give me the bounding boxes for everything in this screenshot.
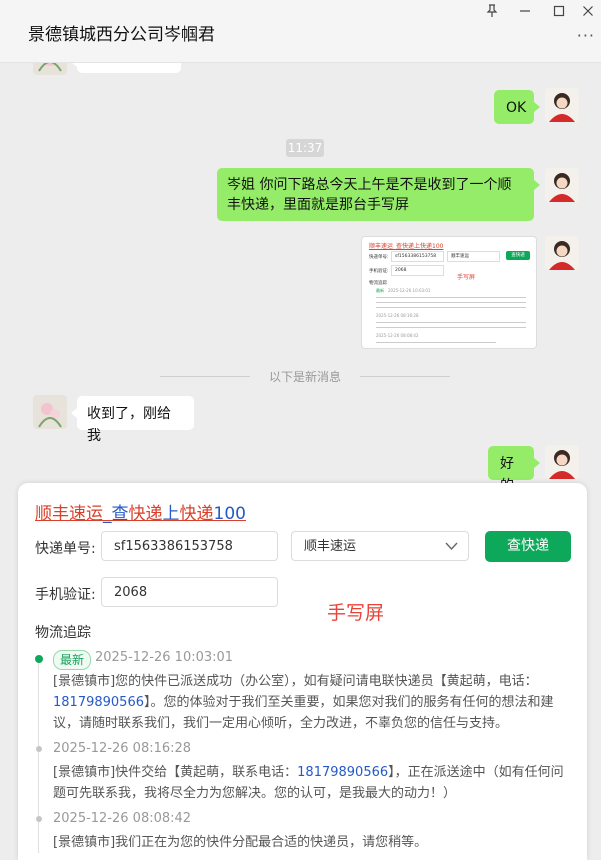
thumb-carrier: 顺丰速运 [447,251,500,262]
title-part: 快递 [179,504,214,524]
chat-area: OK 11:37 岑姐 你问下路总今天上午是不是收到了一个顺丰快递，里面就是那台… [0,63,601,483]
event-description: [景德镇市]您的快件已派送成功（办公室），如有疑问请电联快递员【黄起萌，电话： 1… [53,671,573,734]
message-text: OK [506,100,527,116]
thumb-time: 2025-12-26 08:08:42 [376,333,419,338]
thumb-title: 顺丰速运_查快递上快递100 [369,243,444,250]
message-bubble-me: OK [494,90,540,124]
timeline-dot-latest [35,655,43,663]
minimize-icon[interactable] [515,4,535,22]
thumb-button: 查快递 [506,251,530,260]
event-timestamp: 2025-12-26 10:03:01 [95,650,234,665]
pin-icon[interactable] [482,4,502,22]
timeline-dot [36,816,42,822]
phone-verify-input[interactable]: 2068 [101,577,278,607]
my-avatar[interactable] [545,88,579,122]
thumb-phone: 2068 [391,265,444,276]
message-bubble-partial [71,63,181,73]
maximize-icon[interactable] [549,4,569,22]
event-text: [景德镇市]我们正在为您的快件分配最合适的快递员，请您稍等。 [53,835,428,850]
new-messages-divider: 以下是新消息 [160,369,450,384]
tracking-number-label: 快递单号: [35,541,96,557]
message-bubble-me: 岑姐 你问下路总今天上午是不是收到了一个顺丰快递，里面就是那台手写屏 [217,168,540,221]
message-bubble-me: 好的 [488,446,540,483]
thumb-time: 2025-12-26 10:03:01 [388,288,431,293]
event-timestamp: 2025-12-26 08:08:42 [53,811,192,826]
my-avatar[interactable] [545,236,579,270]
event-timestamp: 2025-12-26 08:16:28 [53,741,192,756]
message-timestamp: 11:37 [286,139,324,157]
window-titlebar: 景德镇城西分公司岑帼君 ··· [0,0,601,63]
carrier-select[interactable]: 顺丰速运 [291,531,469,561]
message-text: 好的 [500,456,514,483]
title-part: 上 [162,504,180,524]
chat-title: 景德镇城西分公司岑帼君 [28,25,215,45]
tracking-section-label: 物流追踪 [35,625,91,641]
my-avatar[interactable] [545,168,579,202]
thumb-phone-label: 手机验证: [369,269,389,274]
event-description: [景德镇市]快件交给【黄起萌，联系电话：18179890566】，正在派送途中（… [53,762,573,804]
tracking-panel: 顺丰速运_查快递上快递100 快递单号: sf1563386153758 顺丰速… [18,483,587,860]
carrier-selected: 顺丰速运 [304,539,357,554]
contact-avatar[interactable] [33,63,67,75]
phone-verify-label: 手机验证: [35,587,96,603]
thumb-text-lines [376,320,526,330]
event-text: [景德镇市]您的快件已派送成功（办公室），如有疑问请电联快递员【黄起萌，电话： [53,674,538,689]
thumb-badge: 最新 [376,288,384,293]
timeline-dot [36,746,42,752]
handwritten-annotation: 手写屏 [327,602,385,624]
event-text: [景德镇市]快件交给【黄起萌，联系电话： [53,765,298,780]
search-tracking-button[interactable]: 查快递 [485,531,571,562]
event-description: [景德镇市]我们正在为您的快件分配最合适的快递员，请您稍等。 [53,832,573,853]
courier-phone-link[interactable]: 18179890566 [297,765,388,780]
tracking-number-input[interactable]: sf1563386153758 [101,531,278,561]
courier-phone-link[interactable]: 18179890566 [53,695,144,710]
more-options-icon[interactable]: ··· [577,26,595,45]
contact-avatar[interactable] [33,395,67,429]
chevron-down-icon [445,542,458,551]
my-avatar[interactable] [545,445,579,479]
timeline-line [38,663,39,853]
image-message-thumbnail[interactable]: 顺丰速运_查快递上快递100 快递单号: sf1563386153758 顺丰速… [361,236,537,349]
title-part: _查 [103,504,129,524]
thumb-time: 2025-12-26 08:16:28 [376,313,419,318]
close-icon[interactable] [578,4,598,22]
thumb-number: sf1563386153758 [391,251,444,262]
message-text: 收到了，刚给我 [87,406,171,444]
tracker-title-link[interactable]: 顺丰速运_查快递上快递100 [35,499,246,524]
thumb-text-lines [376,340,496,345]
title-part: 快递 [128,504,163,524]
divider-line [360,376,450,377]
title-part: 100 [213,504,246,524]
message-text: 岑姐 你问下路总今天上午是不是收到了一个顺丰快递，里面就是那台手写屏 [227,177,512,213]
thumb-text-lines [376,295,526,311]
title-part: 顺丰速运 [35,504,103,524]
message-bubble-other: 收到了，刚给我 [71,396,194,444]
latest-badge: 最新 [53,650,92,670]
thumb-number-label: 快递单号: [369,255,389,260]
thumb-track-label: 物流追踪 [369,281,387,286]
thumb-annotation: 手写屏 [457,274,476,281]
